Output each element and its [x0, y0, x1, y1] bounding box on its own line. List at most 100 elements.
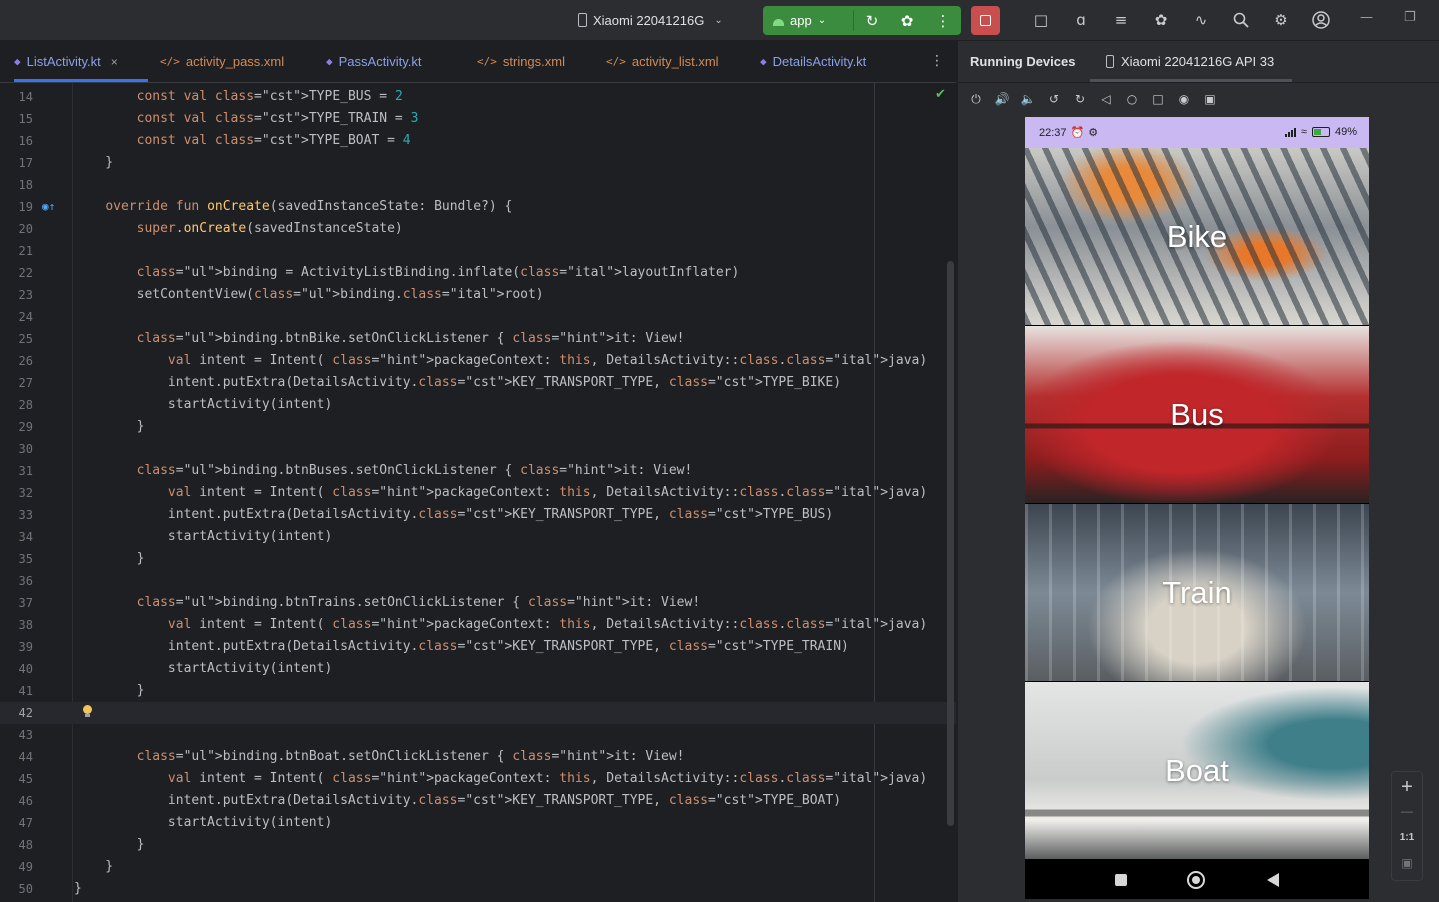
code-line[interactable]: 37 class="ul">binding.btnTrains.setOnCli…	[0, 592, 956, 614]
btn-buses[interactable]: Bus	[1025, 326, 1369, 503]
btn-trains[interactable]: Train	[1025, 504, 1369, 681]
code-line[interactable]: 32 val intent = Intent( class="hint">pac…	[0, 482, 956, 504]
back-icon[interactable]: ◁	[1098, 91, 1114, 107]
stop-button[interactable]	[971, 6, 1000, 35]
code-line[interactable]: 21	[0, 240, 956, 262]
code-line[interactable]: 20 super.onCreate(savedInstanceState)	[0, 218, 956, 240]
line-number: 28	[18, 398, 33, 412]
code-line[interactable]: 27 intent.putExtra(DetailsActivity.class…	[0, 372, 956, 394]
override-gutter-icon[interactable]: ◉↑	[42, 196, 55, 218]
actual-size-button[interactable]: 1:1	[1392, 832, 1422, 843]
tab-activity-list[interactable]: </> activity_list.xml	[606, 41, 719, 82]
fit-screen-icon[interactable]: ▣	[1392, 856, 1422, 870]
code-line[interactable]: 23 setContentView(class="ul">binding.cla…	[0, 284, 956, 306]
zoom-out-button[interactable]: —	[1392, 804, 1422, 818]
code-editor[interactable]: ✔ 14 const val class="cst">TYPE_BUS = 21…	[0, 83, 956, 902]
code-line[interactable]: 39 intent.putExtra(DetailsActivity.class…	[0, 636, 956, 658]
code-line[interactable]: 19 override fun onCreate(savedInstanceSt…	[0, 196, 956, 218]
code-line[interactable]: 26 val intent = Intent( class="hint">pac…	[0, 350, 956, 372]
rotate-right-icon[interactable]: ↻	[1072, 91, 1088, 107]
code-line[interactable]: 45 val intent = Intent( class="hint">pac…	[0, 768, 956, 790]
tab-detailsactivity[interactable]: ◆ DetailsActivity.kt	[760, 41, 866, 82]
code-line[interactable]: 34 startActivity(intent)	[0, 526, 956, 548]
code-line[interactable]: 18	[0, 174, 956, 196]
panel-title: Running Devices	[970, 54, 1076, 69]
run-config-selector[interactable]: app ⌄	[773, 6, 826, 35]
editor-scrollbar[interactable]	[947, 261, 954, 826]
translate-icon[interactable]: ɑ	[1070, 9, 1092, 31]
code-line[interactable]: 47 startActivity(intent)	[0, 812, 956, 834]
line-number: 22	[18, 266, 33, 280]
inspector-icon[interactable]: ✿	[1150, 9, 1172, 31]
home-nav-icon[interactable]	[1187, 871, 1205, 889]
code-line[interactable]: 31 class="ul">binding.btnBuses.setOnClic…	[0, 460, 956, 482]
code-line[interactable]: 30	[0, 438, 956, 460]
btn-bike[interactable]: Bike	[1025, 148, 1369, 325]
tab-activity-pass[interactable]: </> activity_pass.xml	[160, 41, 284, 82]
volume-up-icon[interactable]: 🔊	[994, 91, 1010, 107]
code-line[interactable]: 35 }	[0, 548, 956, 570]
code-line[interactable]: 16 const val class="cst">TYPE_BOAT = 4	[0, 130, 956, 152]
power-icon[interactable]: ⏻	[968, 91, 984, 107]
device-tab[interactable]: Xiaomi 22041216G API 33	[1090, 41, 1292, 82]
more-vert-icon[interactable]: ⋮	[930, 53, 944, 69]
device-selector[interactable]: Xiaomi 22041216G ⌄	[578, 10, 723, 30]
back-nav-icon[interactable]	[1267, 873, 1279, 887]
code-line[interactable]: 15 const val class="cst">TYPE_TRAIN = 3	[0, 108, 956, 130]
code-line[interactable]: 46 intent.putExtra(DetailsActivity.class…	[0, 790, 956, 812]
device-screen[interactable]: 22:37 ⏰ ⚙ ≈ 49% Bike Bus Train Boat	[1025, 117, 1369, 899]
code-line[interactable]: 43	[0, 724, 956, 746]
code-line[interactable]: 49 }	[0, 856, 956, 878]
status-time: 22:37	[1039, 126, 1067, 139]
xml-file-icon: </>	[606, 55, 626, 68]
screen-record-icon[interactable]: ▣	[1202, 91, 1218, 107]
code-line[interactable]: 33 intent.putExtra(DetailsActivity.class…	[0, 504, 956, 526]
navigation-bar	[1025, 859, 1369, 899]
zoom-in-button[interactable]: +	[1392, 776, 1422, 799]
minimize-icon[interactable]: —	[1360, 10, 1373, 25]
code-line[interactable]: 36	[0, 570, 956, 592]
recents-nav-icon[interactable]	[1115, 874, 1127, 886]
tab-label: DetailsActivity.kt	[772, 54, 867, 69]
code-line[interactable]: 14 const val class="cst">TYPE_BUS = 2	[0, 86, 956, 108]
code-line[interactable]: 44 class="ul">binding.btnBoat.setOnClick…	[0, 746, 956, 768]
code-line[interactable]: 25 class="ul">binding.btnBike.setOnClick…	[0, 328, 956, 350]
volume-down-icon[interactable]: 🔈	[1020, 91, 1036, 107]
home-icon[interactable]: ○	[1124, 91, 1140, 107]
code-line[interactable]: 38 val intent = Intent( class="hint">pac…	[0, 614, 956, 636]
profiler-icon[interactable]: ∿	[1190, 9, 1212, 31]
code-line[interactable]: 28 startActivity(intent)	[0, 394, 956, 416]
code-text: class="ul">binding.btnBoat.setOnClickLis…	[136, 749, 685, 764]
debug-icon[interactable]: ✿	[893, 6, 921, 35]
device-manager-icon[interactable]: □	[1030, 9, 1052, 31]
close-icon[interactable]: ×	[111, 55, 118, 69]
search-icon[interactable]	[1230, 9, 1252, 31]
account-icon[interactable]	[1310, 9, 1332, 31]
rotate-left-icon[interactable]: ↺	[1046, 91, 1062, 107]
code-line[interactable]: 22 class="ul">binding = ActivityListBind…	[0, 262, 956, 284]
code-line[interactable]: 24	[0, 306, 956, 328]
code-line[interactable]: 50}	[0, 878, 956, 900]
tab-label: ListActivity.kt	[26, 54, 101, 69]
screenshot-icon[interactable]: ◉	[1176, 91, 1192, 107]
overview-icon[interactable]: □	[1150, 91, 1166, 107]
tab-passactivity[interactable]: ◆ PassActivity.kt	[326, 41, 421, 82]
code-line[interactable]: 48 }	[0, 834, 956, 856]
btn-boat[interactable]: Boat	[1025, 682, 1369, 859]
tab-strings[interactable]: </> strings.xml	[477, 41, 565, 82]
code-text: }	[74, 837, 145, 852]
logcat-icon[interactable]: ≡	[1110, 9, 1132, 31]
code-line[interactable]: 17 }	[0, 152, 956, 174]
code-text: const val class="cst">TYPE_BUS = 2	[136, 89, 403, 104]
settings-icon[interactable]: ⚙	[1270, 9, 1292, 31]
rerun-icon[interactable]: ↻	[858, 6, 886, 35]
lightbulb-icon[interactable]	[82, 705, 92, 717]
code-text: class="ul">binding.btnBike.setOnClickLis…	[136, 331, 685, 346]
tab-listactivity[interactable]: ◆ ListActivity.kt ×	[14, 41, 148, 82]
code-line[interactable]: 42	[0, 702, 956, 724]
code-line[interactable]: 40 startActivity(intent)	[0, 658, 956, 680]
code-line[interactable]: 29 }	[0, 416, 956, 438]
more-vert-icon[interactable]: ⋮	[929, 6, 957, 35]
code-line[interactable]: 41 }	[0, 680, 956, 702]
restore-icon[interactable]: ❐	[1404, 10, 1416, 25]
